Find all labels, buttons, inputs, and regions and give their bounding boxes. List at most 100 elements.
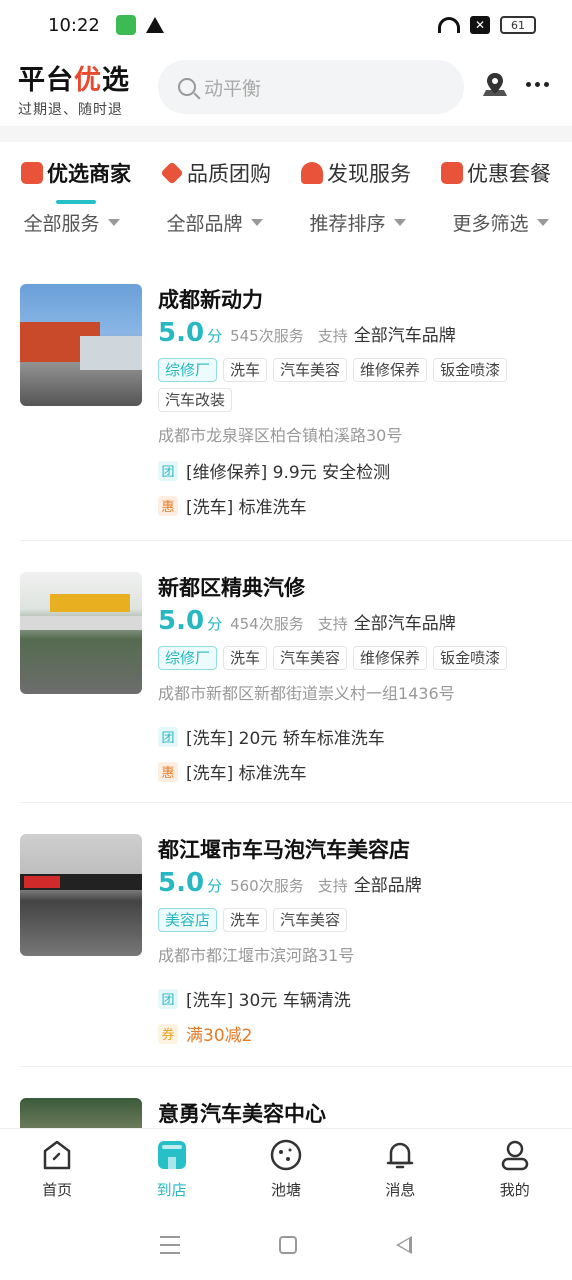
battery-icon: 61 xyxy=(500,16,536,34)
recent-apps-icon[interactable] xyxy=(159,1236,180,1254)
group-buy-badge: 团 xyxy=(158,460,178,481)
support-label: 支持 xyxy=(317,615,348,633)
deal-row[interactable]: 惠 [洗车] 标准洗车 xyxy=(158,759,554,784)
shop-type-tag: 综修厂 xyxy=(158,358,218,382)
service-tag: 汽车美容 xyxy=(273,908,348,932)
score-unit: 分 xyxy=(207,615,223,633)
deal-row[interactable]: 惠 [洗车] 标准洗车 xyxy=(158,493,554,518)
shop-name: 成都新动力 xyxy=(158,288,263,312)
card-divider xyxy=(20,540,572,541)
tab-label: 优选商家 xyxy=(47,162,131,186)
signal-off-icon: ✕ xyxy=(470,16,490,34)
hands-heart-icon xyxy=(301,162,323,184)
shop-tags: 综修厂 洗车 汽车美容 维修保养 钣金喷漆 xyxy=(158,646,554,670)
tab-discover-services[interactable]: 发现服务 xyxy=(301,158,411,188)
tab-label: 首页 xyxy=(42,1181,73,1199)
supported-brands: 全部品牌 xyxy=(353,876,422,896)
service-count: 545次服务 xyxy=(230,327,304,345)
filter-all-brands[interactable]: 全部品牌 xyxy=(166,209,263,236)
pond-icon xyxy=(270,1139,302,1171)
header: 平台优选 过期退、随时退 动平衡 xyxy=(0,56,572,122)
more-options-icon[interactable] xyxy=(526,82,549,87)
deal-row[interactable]: 券 满30减2 xyxy=(158,1021,554,1046)
rating-row: 5.0 分 454次服务 支持 全部汽车品牌 xyxy=(158,606,554,640)
status-time: 10:22 xyxy=(48,14,100,36)
nav-home-icon[interactable] xyxy=(278,1236,297,1254)
service-tag: 洗车 xyxy=(223,908,268,932)
tab-label: 池塘 xyxy=(270,1181,301,1199)
shop-address: 成都市都江堰市滨河路31号 xyxy=(158,946,355,965)
service-tag: 汽车美容 xyxy=(273,358,348,382)
shop-tags: 综修厂 洗车 汽车美容 维修保养 钣金喷漆 汽车改装 xyxy=(158,358,554,412)
warning-icon xyxy=(145,17,164,33)
back-icon[interactable] xyxy=(396,1236,413,1254)
deal-text: [洗车] 30元 车辆清洗 xyxy=(186,991,351,1011)
bell-icon xyxy=(387,1142,414,1169)
shop-name: 新都区精典汽修 xyxy=(158,576,305,600)
support-label: 支持 xyxy=(317,877,348,895)
tab-shop[interactable]: 到店 xyxy=(127,1137,217,1200)
search-input[interactable]: 动平衡 xyxy=(158,60,464,114)
service-tag: 维修保养 xyxy=(353,646,428,670)
score-unit: 分 xyxy=(207,327,223,345)
deal-text: [洗车] 标准洗车 xyxy=(186,764,307,784)
map-location-icon[interactable] xyxy=(480,70,510,100)
tab-label: 品质团购 xyxy=(187,162,271,186)
filter-all-services[interactable]: 全部服务 xyxy=(23,209,120,236)
deal-row[interactable]: 团 [洗车] 30元 车辆清洗 xyxy=(158,986,554,1011)
deal-text: 满30减2 xyxy=(186,1026,253,1046)
filter-bar: 全部服务 全部品牌 推荐排序 更多筛选 xyxy=(0,202,572,242)
tab-label: 优惠套餐 xyxy=(467,162,551,186)
caret-down-icon xyxy=(250,218,263,226)
caret-down-icon xyxy=(536,218,549,226)
app-notification-icon xyxy=(115,15,136,35)
brand-logo: 平台优选 过期退、随时退 xyxy=(18,58,130,119)
service-tag: 汽车改装 xyxy=(158,388,233,412)
supported-brands: 全部汽车品牌 xyxy=(353,614,456,634)
coupon-icon xyxy=(441,162,463,184)
shop-address: 成都市新都区新都街道崇义村一组1436号 xyxy=(158,684,455,703)
brand-slogan: 过期退、随时退 xyxy=(18,102,123,118)
deal-row[interactable]: 团 [维修保养] 9.9元 安全检测 xyxy=(158,458,554,483)
tab-quality-group-buy[interactable]: 品质团购 xyxy=(160,158,271,188)
home-icon xyxy=(43,1140,71,1170)
tab-preferred-merchants[interactable]: 优选商家 xyxy=(21,158,131,204)
deal-text: [洗车] 20元 轿车标准洗车 xyxy=(186,729,385,749)
shop-photo xyxy=(20,834,142,956)
support-label: 支持 xyxy=(317,327,348,345)
tab-messages[interactable]: 消息 xyxy=(355,1137,445,1200)
diamond-icon xyxy=(160,161,184,185)
deal-row[interactable]: 团 [洗车] 20元 轿车标准洗车 xyxy=(158,724,554,749)
group-buy-badge: 团 xyxy=(158,988,178,1009)
filter-more[interactable]: 更多筛选 xyxy=(452,209,549,236)
shop-type-tag: 综修厂 xyxy=(158,646,218,670)
brand-name: 平台优选 xyxy=(18,65,130,96)
search-placeholder: 动平衡 xyxy=(204,77,262,100)
service-count: 560次服务 xyxy=(230,877,304,895)
deal-text: [维修保养] 9.9元 安全检测 xyxy=(186,463,391,483)
caret-down-icon xyxy=(393,218,406,226)
rating-row: 5.0 分 560次服务 支持 全部品牌 xyxy=(158,868,554,902)
group-buy-badge: 团 xyxy=(158,726,178,747)
service-tag: 钣金喷漆 xyxy=(433,646,508,670)
tab-profile[interactable]: 我的 xyxy=(470,1137,560,1200)
shop-tags: 美容店 洗车 汽车美容 xyxy=(158,908,554,932)
shop-photo xyxy=(20,1098,142,1128)
tab-discount-packages[interactable]: 优惠套餐 xyxy=(441,158,551,188)
filter-sort[interactable]: 推荐排序 xyxy=(309,209,406,236)
store-icon xyxy=(21,162,43,184)
service-tag: 洗车 xyxy=(223,358,268,382)
tab-pond[interactable]: 池塘 xyxy=(241,1137,331,1200)
tab-label: 我的 xyxy=(499,1181,530,1199)
shop-address: 成都市龙泉驿区柏合镇柏溪路30号 xyxy=(158,426,403,445)
tab-home[interactable]: 首页 xyxy=(12,1137,102,1200)
service-tag: 钣金喷漆 xyxy=(433,358,508,382)
service-tag: 维修保养 xyxy=(353,358,428,382)
system-nav-bar xyxy=(0,1210,572,1280)
service-count: 454次服务 xyxy=(230,615,304,633)
shop-photo xyxy=(20,284,142,406)
service-tag: 汽车美容 xyxy=(273,646,348,670)
shop-photo xyxy=(20,572,142,694)
tab-label: 消息 xyxy=(385,1181,416,1199)
tab-label: 发现服务 xyxy=(327,162,411,186)
